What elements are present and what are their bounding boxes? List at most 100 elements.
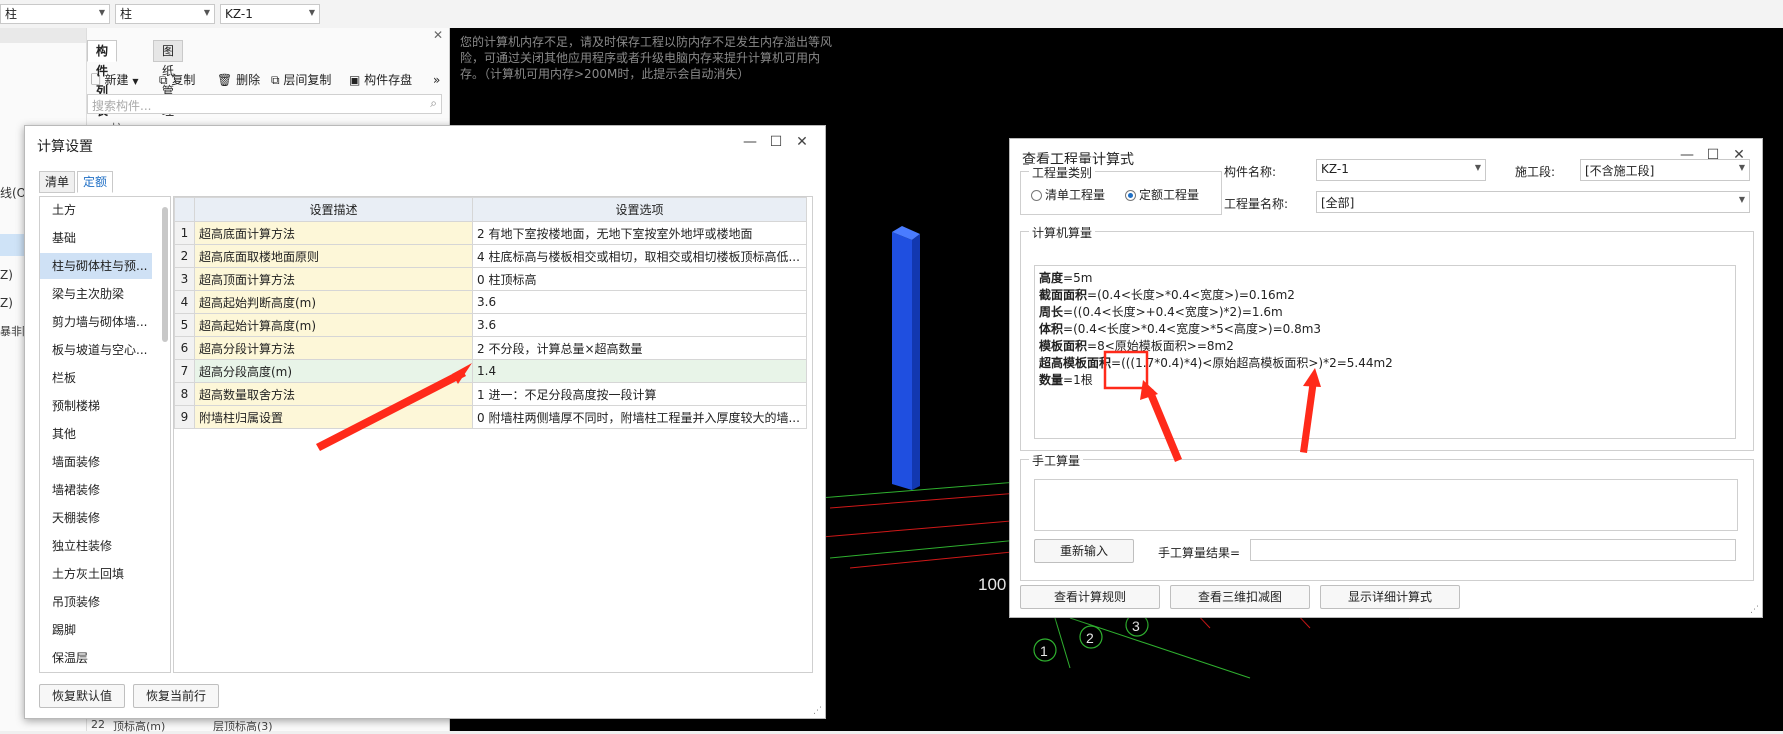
chevron-down-icon: ▼ (1738, 163, 1745, 172)
reenter-button[interactable]: 重新输入 (1034, 539, 1134, 563)
radio-icon (1031, 190, 1042, 201)
qty-type-group: 工程量类别 清单工程量 定额工程量 (1020, 164, 1222, 215)
radio-quota-qty[interactable]: 定额工程量 (1125, 186, 1199, 203)
floor-type-value: 柱 (5, 7, 18, 21)
axis-number: 3 (1132, 618, 1140, 634)
tab-quota[interactable]: 定额 (77, 171, 114, 193)
column-header: 设置描述 (194, 197, 473, 222)
column-kz1-front[interactable] (892, 232, 912, 490)
table-row[interactable]: 3 超高顶面计算方法 0 柱顶标高 (174, 267, 807, 291)
element-type-select[interactable]: 柱 ▼ (115, 4, 215, 24)
category-item[interactable]: 天棚装修 (40, 505, 152, 531)
category-item[interactable]: 基础 (40, 225, 152, 251)
restore-default-button[interactable]: 恢复默认值 (39, 684, 125, 708)
stage-select[interactable]: [不含施工段] ▼ (1580, 159, 1750, 181)
dialog-title: 计算设置 (37, 139, 93, 155)
category-item[interactable]: 踢脚 (40, 617, 152, 643)
copy-icon: ⧉ (159, 73, 168, 87)
category-item-selected[interactable]: 柱与砌体柱与预... (40, 253, 152, 279)
table-row[interactable]: 4 超高起始判断高度(m) 3.6 (174, 290, 807, 314)
close-icon[interactable]: ✕ (789, 134, 815, 150)
category-item[interactable]: 墙裙装修 (40, 477, 152, 503)
calc-line-volume: 体积=(0.4<长度>*0.4<宽度>*5<高度>)=0.8m3 (1039, 322, 1322, 336)
more-icon[interactable]: » (433, 68, 440, 92)
tab-drawing-management[interactable]: 图纸管理 (153, 40, 184, 118)
view-3d-deduction-button[interactable]: 查看三维扣减图 (1170, 585, 1310, 609)
chevron-down-icon: ▼ (1474, 163, 1481, 172)
show-detailed-formula-button[interactable]: 显示详细计算式 (1320, 585, 1460, 609)
calc-line-section-area: 截面面积=(0.4<长度>*0.4<宽度>)=0.16m2 (1039, 288, 1295, 302)
stage-label: 施工段: (1515, 165, 1556, 179)
calc-settings-dialog: 计算设置 — ☐ ✕ 清单 定额 土方 基础 柱与砌体柱与预... 梁与主次肋梁 剪… (24, 125, 826, 719)
save-component-button[interactable]: ▣ 构件存盘 (349, 68, 412, 92)
window-controls: — ☐ ✕ (737, 134, 815, 150)
radio-selected-icon (1125, 190, 1136, 201)
settings-grid: 设置描述 设置选项 1 超高底面计算方法 2 有地下室按楼地面，无地下室按室外地… (173, 196, 813, 673)
component-search-input[interactable]: 搜索构件... ⌕ (87, 94, 442, 114)
category-item[interactable]: 栏板 (40, 365, 152, 391)
category-item[interactable]: 板与坡道与空心... (40, 337, 152, 363)
chevron-down-icon: ▼ (132, 77, 139, 86)
table-row[interactable]: 9 附墙柱归属设置 0 附墙柱两侧墙厚不同时，附墙柱工程量并入厚度较大的墙... (174, 405, 807, 429)
close-icon[interactable]: ✕ (433, 28, 443, 42)
category-list: 土方 基础 柱与砌体柱与预... 梁与主次肋梁 剪力墙与砌体墙... 板与坡道与… (39, 196, 171, 673)
qty-name-label: 工程量名称: (1224, 197, 1289, 211)
restore-current-row-button[interactable]: 恢复当前行 (133, 684, 219, 708)
category-item[interactable]: 其他 (40, 421, 152, 447)
new-icon: 🗋 (91, 73, 101, 87)
view-calc-rules-button[interactable]: 查看计算规则 (1020, 585, 1160, 609)
radio-bill-qty[interactable]: 清单工程量 (1031, 186, 1105, 203)
left-panel-item[interactable]: Z) (0, 296, 13, 310)
table-row[interactable]: 6 超高分段计算方法 2 不分段，计算总量×超高数量 (174, 336, 807, 360)
category-item[interactable]: 吊顶装修 (40, 589, 152, 615)
component-select[interactable]: KZ-1 ▼ (220, 4, 320, 24)
top-toolbar: 柱 ▼ 柱 ▼ KZ-1 ▼ (0, 0, 1783, 29)
chevron-down-icon: ▼ (98, 8, 105, 17)
table-row[interactable]: 1 超高底面计算方法 2 有地下室按楼地面，无地下室按室外地坪或楼地面 (174, 221, 807, 245)
calc-line-formwork-area: 模板面积=8<原始模板面积>=8m2 (1039, 339, 1234, 353)
category-item[interactable]: 保温层 (40, 645, 152, 671)
quantity-formula-dialog: 查看工程量计算式 — ☐ ✕ 工程量类别 清单工程量 定额工程量 构件名称: KZ-… (1009, 138, 1763, 618)
manual-qty-input[interactable] (1034, 479, 1738, 531)
layers-copy-icon: ⧉ (271, 73, 280, 87)
search-icon: ⌕ (430, 96, 437, 110)
calc-line-perimeter: 周长=((0.4<长度>+0.4<宽度>)*2)=1.6m (1039, 305, 1283, 319)
axis-number: 2 (1086, 630, 1094, 646)
table-row-selected[interactable]: 7 超高分段高度(m) 1.4 (174, 359, 807, 383)
table-row[interactable]: 8 超高数量取舍方法 1 进一：不足分段高度按一段计算 (174, 382, 807, 406)
copy-button[interactable]: ⧉ 复制 (159, 68, 195, 92)
table-row[interactable]: 2 超高底面取楼地面原则 4 柱底标高与楼板相交或相切，取相交或相切楼板顶标高低… (174, 244, 807, 268)
calc-line-count: 数量=1根 (1039, 373, 1093, 387)
floor-type-select[interactable]: 柱 ▼ (0, 4, 110, 24)
new-button[interactable]: 🗋 新建 ▼ (91, 68, 138, 92)
copy-between-floors-button[interactable]: ⧉ 层间复制 (271, 68, 331, 92)
chevron-down-icon: ▼ (203, 8, 210, 17)
component-name-select[interactable]: KZ-1 ▼ (1316, 159, 1486, 181)
category-item[interactable]: 墙面装修 (40, 449, 152, 475)
axis-dimension-label: 100 (978, 575, 1006, 594)
category-item[interactable]: 独立柱装修 (40, 533, 152, 559)
component-value: KZ-1 (225, 7, 253, 21)
maximize-icon[interactable]: ☐ (763, 134, 789, 150)
category-item[interactable]: 梁与主次肋梁 (40, 281, 152, 307)
delete-button[interactable]: 🗑 删除 (217, 68, 260, 92)
category-item[interactable]: 土方灰土回填 (40, 561, 152, 587)
manual-result-field[interactable] (1250, 539, 1736, 561)
minimize-icon[interactable]: — (737, 134, 763, 150)
left-panel-item[interactable]: Z) (0, 268, 13, 282)
qty-name-select[interactable]: [全部] ▼ (1316, 191, 1750, 213)
resize-grip-icon[interactable]: ⋰ (813, 706, 822, 716)
category-item[interactable]: 土方 (40, 197, 152, 223)
column-kz1-side (912, 234, 920, 490)
category-item[interactable]: 预制楼梯 (40, 393, 152, 419)
axis-number: 1 (1040, 643, 1048, 659)
tab-bill[interactable]: 清单 (39, 171, 76, 193)
table-row[interactable]: 5 超高起始计算高度(m) 3.6 (174, 313, 807, 337)
resize-grip-icon[interactable]: ⋰ (1750, 605, 1759, 615)
left-panel-header (0, 28, 86, 43)
category-item[interactable]: 剪力墙与砌体墙... (40, 309, 152, 335)
computer-calc-formulas[interactable]: 高度=5m 截面面积=(0.4<长度>*0.4<宽度>)=0.16m2 周长=(… (1034, 265, 1736, 439)
category-scrollbar[interactable] (162, 207, 168, 342)
calc-line-height: 高度=5m (1039, 271, 1093, 285)
tab-component-list[interactable]: 构件列表 (87, 40, 118, 118)
